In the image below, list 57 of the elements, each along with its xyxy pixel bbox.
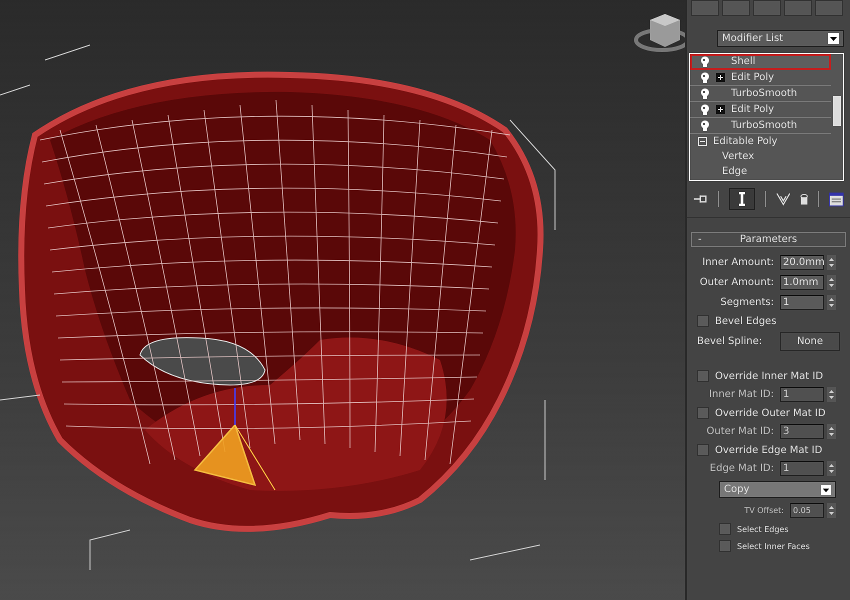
- spinner-field[interactable]: 1.0mm: [780, 275, 824, 290]
- checkbox[interactable]: [697, 444, 709, 456]
- viewport[interactable]: [0, 0, 685, 600]
- lightbulb-icon[interactable]: [700, 56, 710, 68]
- transform-gizmo-icon[interactable]: [194, 388, 276, 490]
- checkbox-label[interactable]: Select Inner Faces: [737, 542, 810, 550]
- collapse-icon[interactable]: [698, 137, 707, 146]
- checkbox-label[interactable]: Select Edges: [737, 524, 789, 534]
- checkbox-label[interactable]: Override Inner Mat ID: [715, 370, 824, 382]
- spinner-arrows-icon[interactable]: [827, 295, 836, 310]
- spinner-field[interactable]: 20.0mm: [780, 255, 824, 270]
- modifier-stack-item[interactable]: Edit Poly: [690, 70, 831, 86]
- rollout-header[interactable]: - Parameters: [691, 232, 846, 247]
- spinner-label: Inner Mat ID:: [709, 389, 774, 400]
- sub-object-item[interactable]: Edge: [690, 164, 831, 179]
- spinner-label: Segments:: [720, 297, 774, 308]
- lightbulb-icon[interactable]: [700, 72, 710, 84]
- spinner-arrows-icon[interactable]: [827, 461, 836, 476]
- mapping-dropdown[interactable]: Copy: [719, 481, 836, 498]
- modifier-list-dropdown[interactable]: Modifier List: [717, 30, 844, 47]
- spinner-field[interactable]: 1: [780, 295, 824, 310]
- button-label: Bevel Spline:: [697, 336, 762, 347]
- spinner-label: TV Offset:: [744, 506, 784, 515]
- trash-icon[interactable]: [800, 192, 808, 206]
- spinner-arrows-icon[interactable]: [827, 275, 836, 290]
- lightbulb-icon[interactable]: [700, 120, 710, 132]
- checkbox[interactable]: [697, 370, 709, 382]
- checkbox-label[interactable]: Bevel Edges: [715, 316, 776, 326]
- lightbulb-icon[interactable]: [700, 88, 710, 100]
- modifier-stack-item[interactable]: Editable Poly: [690, 134, 831, 149]
- modifier-stack-item[interactable]: Shell: [690, 54, 831, 70]
- fork-icon[interactable]: [776, 192, 790, 206]
- spinner-label: Outer Amount:: [700, 277, 774, 288]
- plus-box-icon[interactable]: [716, 73, 725, 82]
- checkbox[interactable]: [697, 315, 709, 327]
- checkbox[interactable]: [697, 407, 709, 419]
- spinner-label: Inner Amount:: [702, 257, 774, 268]
- modifier-stack-item[interactable]: TurboSmooth: [690, 118, 831, 134]
- spinner-arrows-icon[interactable]: [827, 387, 836, 402]
- plus-box-icon[interactable]: [716, 105, 725, 114]
- modifier-stack-item[interactable]: Edit Poly: [690, 102, 831, 118]
- spinner-arrows-icon[interactable]: [827, 424, 836, 439]
- checkbox[interactable]: [719, 540, 731, 552]
- pin-icon[interactable]: [693, 193, 708, 205]
- spinner-arrows-icon[interactable]: [827, 255, 836, 270]
- sub-object-item[interactable]: Vertex: [690, 149, 831, 164]
- checkbox-label[interactable]: Override Outer Mat ID: [715, 408, 826, 418]
- show-end-result-button[interactable]: [728, 188, 755, 210]
- spinner-arrows-icon[interactable]: [827, 503, 836, 518]
- checkbox[interactable]: [719, 523, 731, 535]
- pick-spline-button[interactable]: None: [780, 332, 840, 351]
- spinner-label: Outer Mat ID:: [706, 426, 774, 437]
- i-beam-icon: [738, 192, 746, 206]
- modifier-stack-item[interactable]: TurboSmooth: [690, 86, 831, 102]
- spinner-label: Edge Mat ID:: [710, 463, 774, 474]
- checkbox-label[interactable]: Override Edge Mat ID: [715, 444, 822, 456]
- lightbulb-icon[interactable]: [700, 104, 710, 116]
